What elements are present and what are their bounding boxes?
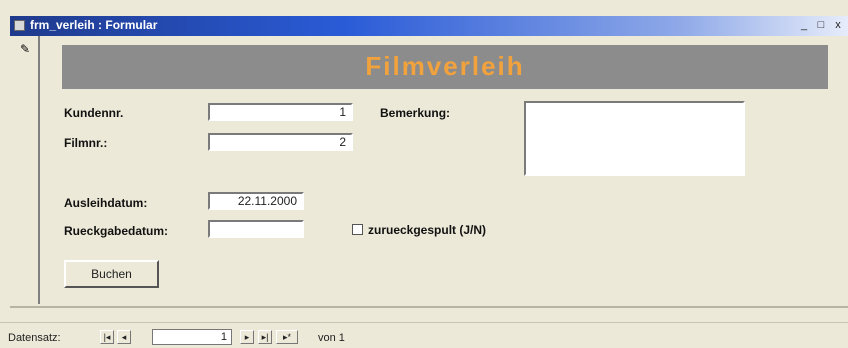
form-window: frm_verleih : Formular _ □ x ✎ Filmverle… [0,0,848,348]
pencil-icon: ✎ [20,42,31,56]
record-label: Datensatz: [8,332,61,344]
bemerkung-field[interactable] [524,101,745,176]
filmnr-label: Filmnr.: [64,136,108,150]
previous-record-button[interactable]: ◂ [117,330,131,344]
form-header: Filmverleih [62,45,828,89]
filmnr-field[interactable]: 2 [208,133,353,151]
first-record-button[interactable]: |◂ [100,330,114,344]
minimize-button[interactable]: _ [796,18,812,33]
zurueckgespult-checkbox[interactable] [352,224,363,235]
new-record-button[interactable]: ▸* [276,330,298,344]
title-bar: frm_verleih : Formular _ □ x [10,16,848,36]
form-icon [14,20,25,31]
ausleihdatum-label: Ausleihdatum: [64,196,148,210]
window-title: frm_verleih : Formular [30,18,158,32]
form-footer-divider [10,306,848,308]
current-record-input[interactable]: 1 [152,329,232,345]
kundennr-label: Kundennr. [64,106,124,120]
record-selector[interactable]: ✎ [10,36,40,304]
kundennr-field[interactable]: 1 [208,103,353,121]
rueckgabedatum-label: Rueckgabedatum: [64,224,169,238]
form-title: Filmverleih [365,51,525,81]
last-record-button[interactable]: ▸| [258,330,272,344]
bemerkung-label: Bemerkung: [380,106,451,120]
record-count: von 1 [318,332,345,344]
rueckgabedatum-field[interactable] [208,220,304,238]
ausleihdatum-field[interactable]: 22.11.2000 [208,192,304,210]
next-record-button[interactable]: ▸ [240,330,254,344]
buchen-button[interactable]: Buchen [64,260,159,288]
record-navigation-bar: Datensatz: |◂ ◂ 1 ▸ ▸| ▸* von 1 [0,322,848,348]
maximize-button[interactable]: □ [813,18,829,33]
zurueckgespult-label: zurueckgespult (J/N) [368,223,487,237]
window-controls: _ □ x [796,18,846,33]
close-button[interactable]: x [830,18,846,33]
